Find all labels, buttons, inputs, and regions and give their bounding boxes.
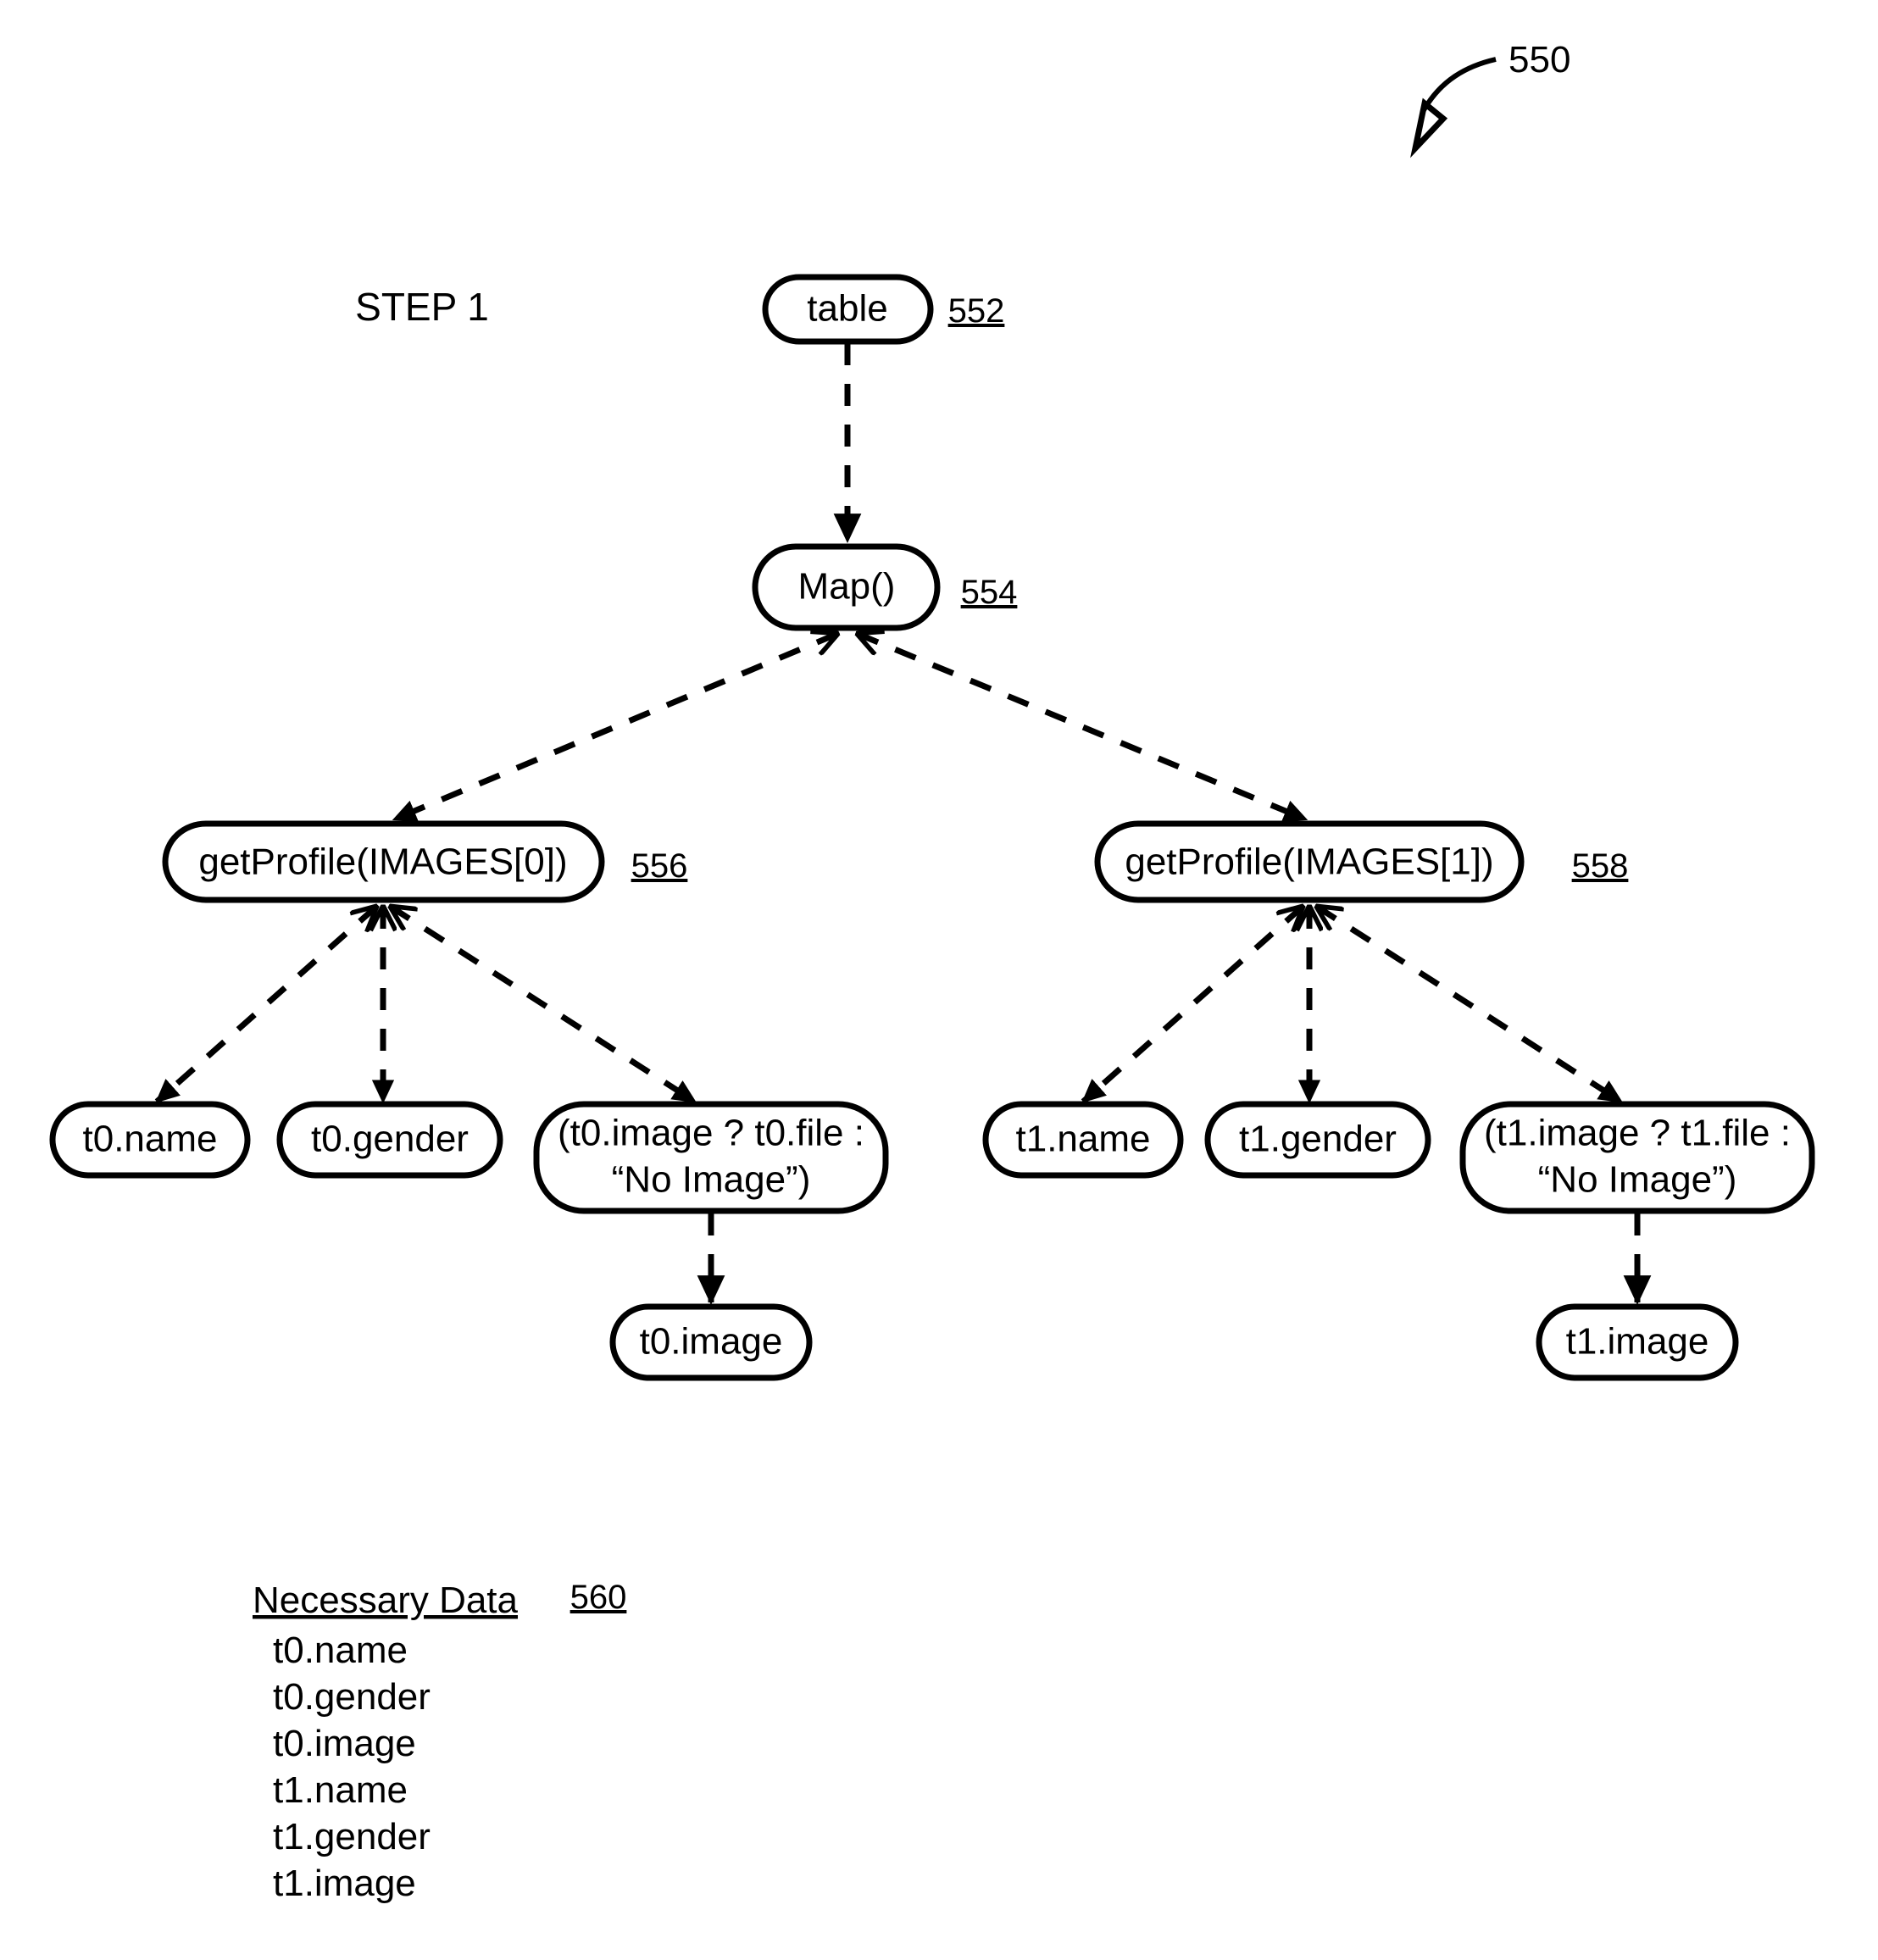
node-t1-image-label: t1.image (1566, 1321, 1709, 1363)
edge-getprofile0-to-t0ternary (391, 907, 695, 1104)
figure-canvas: 550 STEP 1 table 552 Map() 554 getProfil… (0, 0, 1878, 1960)
node-getprofile-0-label: getProfile(IMAGES[0]) (198, 841, 567, 883)
ref-556: 556 (631, 847, 688, 885)
node-t1-ternary-line2: “No Image”) (1538, 1159, 1737, 1201)
node-getprofile-1-label: getProfile(IMAGES[1]) (1125, 841, 1493, 883)
necessary-data-heading: Necessary Data (253, 1580, 519, 1621)
necessary-data-item: t1.image (273, 1863, 416, 1904)
edge-getprofile0-to-t0name (154, 907, 376, 1104)
node-t1-ternary[interactable]: (t1.image ? t1.file : “No Image”) (1459, 1101, 1815, 1214)
node-t0-ternary-line1: (t0.image ? t0.file : (558, 1113, 864, 1154)
node-t0-gender-label: t0.gender (311, 1119, 469, 1160)
node-t0-ternary-line2: “No Image”) (612, 1159, 811, 1201)
node-t1-name[interactable]: t1.name (982, 1101, 1184, 1179)
node-table-label: table (807, 288, 887, 330)
node-t1-gender-label: t1.gender (1239, 1119, 1397, 1160)
node-t0-image[interactable]: t0.image (609, 1303, 813, 1381)
figure-ref-number: 550 (1509, 39, 1570, 81)
node-t1-gender[interactable]: t1.gender (1204, 1101, 1431, 1179)
node-t0-name-label: t0.name (83, 1119, 218, 1160)
ref-554: 554 (961, 574, 1018, 611)
necessary-data-item: t1.name (273, 1769, 408, 1811)
necessary-data-block: Necessary Data 560 t0.name t0.gender t0.… (253, 1579, 626, 1904)
edge-map-to-getprofile0 (394, 634, 837, 823)
node-map[interactable]: Map() (752, 543, 941, 631)
figure-reference-550: 550 (1410, 39, 1570, 158)
necessary-data-item: t0.name (273, 1630, 408, 1671)
node-getprofile-0[interactable]: getProfile(IMAGES[0]) (162, 820, 605, 903)
step-label: STEP 1 (355, 285, 489, 329)
node-getprofile-1[interactable]: getProfile(IMAGES[1]) (1094, 820, 1525, 903)
necessary-data-item: t0.gender (273, 1676, 431, 1718)
node-t0-name[interactable]: t0.name (49, 1101, 251, 1179)
node-map-label: Map() (798, 566, 896, 608)
edge-getprofile1-to-t1name (1081, 907, 1303, 1104)
edge-map-to-getprofile1 (858, 634, 1306, 823)
ref-560: 560 (570, 1579, 627, 1616)
node-t1-image[interactable]: t1.image (1536, 1303, 1739, 1381)
dependency-graph-diagram: 550 STEP 1 table 552 Map() 554 getProfil… (49, 39, 1815, 1904)
edge-getprofile1-to-t1ternary (1317, 907, 1621, 1104)
ref-552: 552 (948, 292, 1005, 330)
necessary-data-item: t1.gender (273, 1816, 431, 1857)
node-t0-ternary[interactable]: (t0.image ? t0.file : “No Image”) (533, 1101, 889, 1214)
necessary-data-item: t0.image (273, 1723, 416, 1764)
node-t0-gender[interactable]: t0.gender (276, 1101, 503, 1179)
node-table[interactable]: table (762, 274, 934, 345)
ref-558: 558 (1572, 847, 1629, 885)
node-t0-image-label: t0.image (640, 1321, 783, 1363)
node-t1-ternary-line1: (t1.image ? t1.file : (1484, 1113, 1791, 1154)
node-t1-name-label: t1.name (1016, 1119, 1151, 1160)
